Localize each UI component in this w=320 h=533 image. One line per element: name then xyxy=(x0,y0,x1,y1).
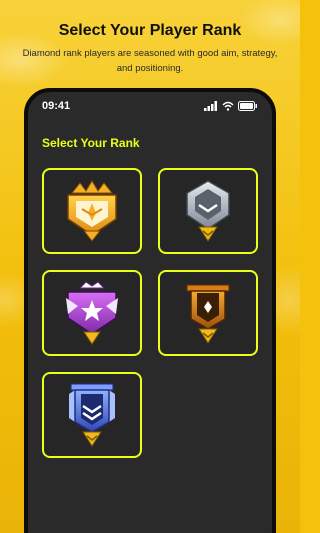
status-time: 09:41 xyxy=(42,100,71,112)
grandmaster-badge-icon xyxy=(67,180,117,242)
page-title: Select Your Player Rank xyxy=(58,22,242,39)
signal-icon xyxy=(204,101,217,111)
battery-icon xyxy=(238,101,257,111)
rank-card-platinum[interactable] xyxy=(158,168,258,254)
rank-card-heroic[interactable] xyxy=(42,270,142,356)
rank-card-grandmaster[interactable] xyxy=(42,168,142,254)
platinum-badge-icon xyxy=(186,180,230,242)
rank-grid xyxy=(42,168,262,458)
rank-card-gold[interactable] xyxy=(158,270,258,356)
status-icons xyxy=(204,101,258,111)
section-title: Select Your Rank xyxy=(42,136,140,150)
gold-badge-icon xyxy=(186,284,230,344)
heroic-badge-icon xyxy=(66,281,118,345)
page-subtitle: Diamond rank players are seasoned with g… xyxy=(22,48,278,74)
wifi-icon xyxy=(222,101,234,111)
rank-card-diamond[interactable] xyxy=(42,372,142,458)
phone-mockup: 09:41 Select Your Rank xyxy=(24,88,276,533)
diamond-badge-icon xyxy=(69,383,115,447)
status-bar: 09:41 xyxy=(28,92,272,120)
